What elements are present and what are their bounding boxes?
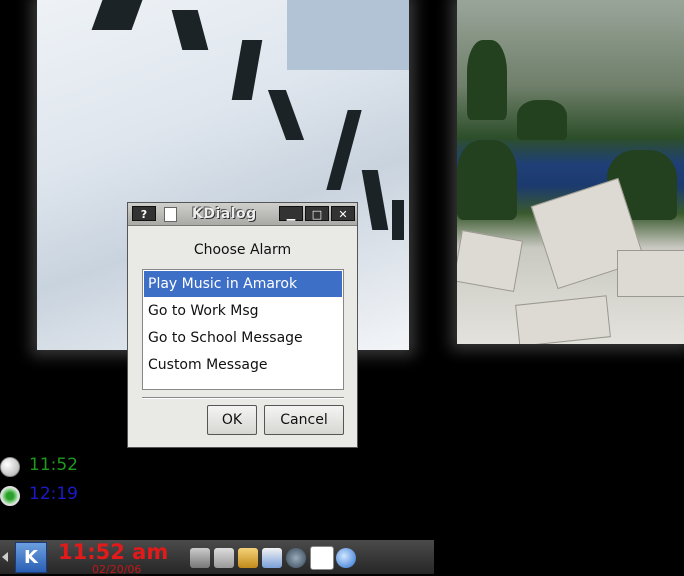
boulder (617, 250, 684, 297)
kde-panel: K 11:52 am 02/20/06 (0, 540, 434, 576)
rock (171, 10, 209, 50)
title-bar[interactable]: ? KDialog ▁ □ ✕ (128, 203, 357, 226)
document-icon (164, 207, 177, 222)
rock (392, 200, 404, 240)
list-item[interactable]: Go to School Message (144, 325, 342, 351)
user-card-icon[interactable] (262, 548, 282, 568)
close-button[interactable]: ✕ (331, 206, 355, 221)
minimize-icon: ▁ (286, 208, 296, 221)
alarm-time: 12:19 (29, 484, 78, 504)
kde-k-icon[interactable] (238, 548, 258, 568)
alarm-on-icon (0, 486, 20, 506)
trees (457, 140, 517, 220)
help-button[interactable]: ? (132, 206, 156, 221)
rock (231, 40, 263, 100)
kde-sphere-icon[interactable] (336, 548, 356, 568)
kde-logo-icon: K (24, 547, 38, 568)
list-item[interactable]: Go to Work Msg (144, 298, 342, 324)
rock (91, 0, 143, 30)
boulder (515, 295, 611, 344)
printer-icon[interactable] (190, 548, 210, 568)
alarm-off-icon (0, 457, 20, 477)
kmenu-button[interactable]: K (15, 542, 47, 573)
minimize-button[interactable]: ▁ (279, 206, 303, 221)
kdialog-window: ? KDialog ▁ □ ✕ Choose Alarm Play Music … (127, 202, 358, 448)
alarm-time: 11:52 (29, 455, 78, 475)
panel-clock-time[interactable]: 11:52 am (58, 540, 168, 564)
sky (287, 0, 409, 70)
panel-clock-date: 02/20/06 (92, 563, 142, 576)
scanner-icon[interactable] (214, 548, 234, 568)
list-item[interactable]: Custom Message (144, 352, 342, 378)
trees (467, 40, 507, 120)
ok-button[interactable]: OK (207, 405, 257, 435)
dialog-prompt: Choose Alarm (193, 242, 292, 258)
maximize-button[interactable]: □ (305, 206, 329, 221)
rock (326, 110, 362, 190)
rock (361, 170, 389, 230)
rock (267, 90, 305, 140)
klipper-icon[interactable] (310, 546, 334, 570)
wallpaper-photo-lake (457, 0, 684, 344)
list-item-selected[interactable]: Play Music in Amarok (144, 271, 342, 297)
panel-hide-arrow-icon[interactable] (2, 552, 8, 562)
alarm-listbox[interactable]: Play Music in Amarok Go to Work Msg Go t… (142, 269, 344, 390)
trees (517, 100, 567, 140)
boulder (457, 230, 524, 292)
separator (142, 397, 344, 399)
cancel-button[interactable]: Cancel (264, 405, 344, 435)
network-globe-icon[interactable] (286, 548, 306, 568)
maximize-icon: □ (311, 208, 323, 221)
close-icon: ✕ (338, 208, 348, 221)
window-title: KDialog (192, 206, 257, 222)
